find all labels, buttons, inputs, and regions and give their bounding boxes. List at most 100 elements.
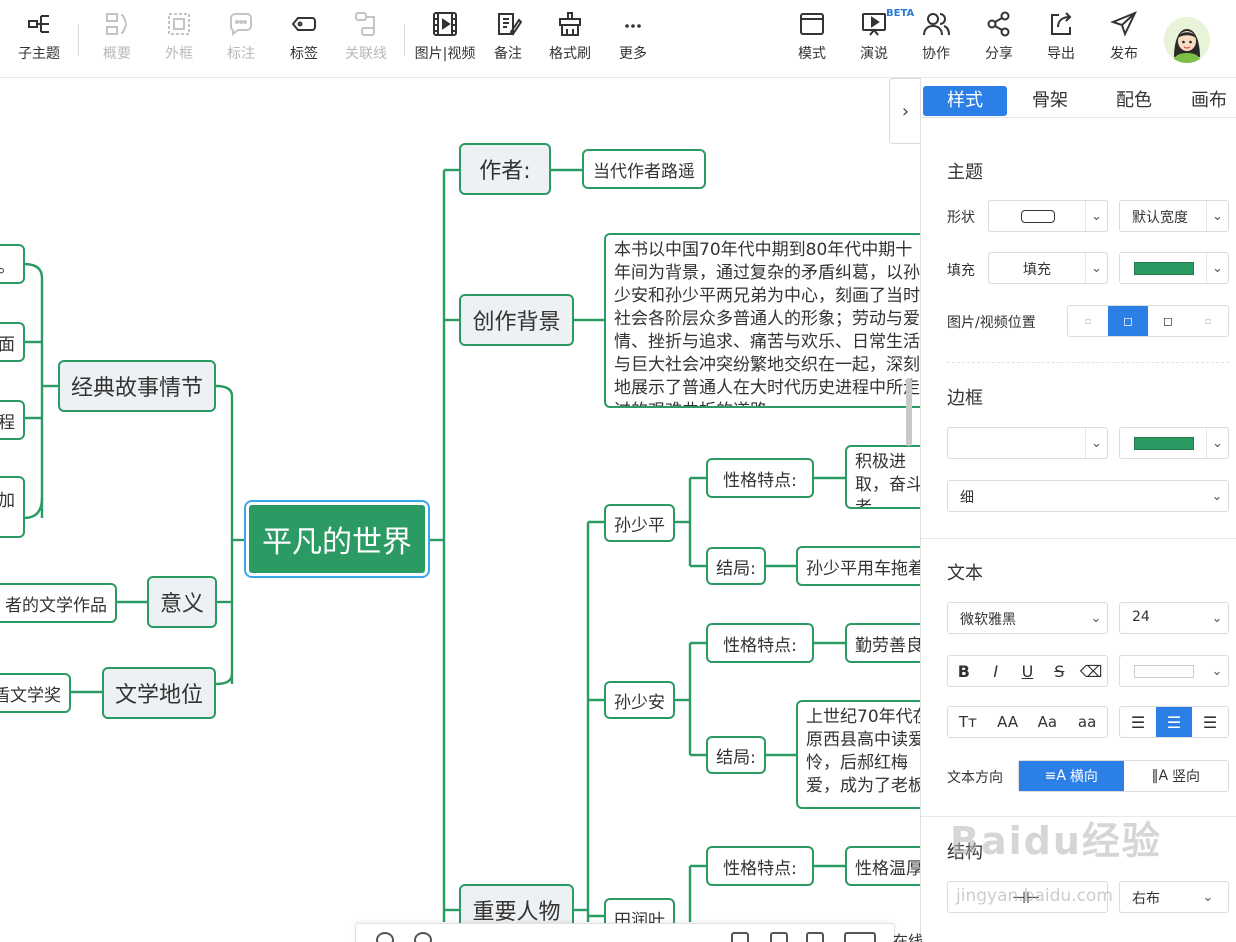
shaoping-trait-label: 性格特点:: [723, 470, 797, 491]
case-button-3[interactable]: Aa: [1028, 707, 1068, 737]
characters-node-label: 重要人物: [472, 900, 561, 925]
image-position-label: 图片/视频位置: [947, 315, 1036, 331]
fill-color-select[interactable]: ⌄: [1119, 252, 1229, 284]
tab-style[interactable]: 样式: [923, 86, 1007, 116]
plot-item-4[interactable]: 加: [0, 476, 25, 538]
summary-button[interactable]: 概要: [82, 10, 152, 70]
shaoan-trait-node[interactable]: 性格特点:: [706, 623, 814, 663]
italic-button[interactable]: I: [980, 656, 1012, 686]
status-node[interactable]: 文学地位: [102, 667, 216, 719]
theme-icon[interactable]: [376, 932, 394, 942]
relation-line-button[interactable]: 关联线: [331, 10, 401, 70]
image-position-right[interactable]: ▫: [1188, 306, 1228, 336]
plot-item-2[interactable]: 面: [0, 322, 25, 362]
top-toolbar: 子主题 概要 外框 标注 标签 关联线 图片|视频 备注 格式刷 更多 模式 演…: [0, 0, 1236, 78]
border-style-select[interactable]: ⌄: [947, 427, 1108, 459]
align-center-button[interactable]: ☰: [1156, 707, 1192, 737]
eraser-icon: ⌫: [1079, 661, 1103, 681]
background-node[interactable]: 创作背景: [459, 294, 574, 346]
publish-button[interactable]: 发布: [1089, 10, 1159, 70]
more-button[interactable]: 更多: [598, 10, 668, 70]
shaoan-trait-value-node[interactable]: 勤劳善良: [845, 623, 920, 663]
plot-item-3[interactable]: 程: [0, 400, 25, 440]
bold-button[interactable]: B: [948, 656, 980, 686]
border-weight-select[interactable]: 细 ⌄: [947, 480, 1229, 512]
position-left-icon: ▫: [1084, 315, 1092, 327]
chevron-down-icon: ⌄: [1211, 663, 1223, 679]
clock-icon[interactable]: [414, 932, 432, 942]
underline-button[interactable]: U: [1012, 656, 1044, 686]
boundary-icon: [168, 13, 190, 35]
shaoan-ending-node[interactable]: 结局:: [706, 736, 766, 774]
shaoan-node[interactable]: 孙少安: [604, 681, 675, 719]
image-position-left[interactable]: ▫: [1068, 306, 1108, 336]
shaoping-ending-node[interactable]: 结局:: [706, 547, 766, 585]
plot-item-1[interactable]: 。: [0, 244, 25, 284]
panel-collapse-button[interactable]: ›: [889, 78, 920, 144]
present-button[interactable]: 演说: [839, 10, 909, 70]
background-text: 本书以中国70年代中期到80年代中期十年间为背景，通过复杂的矛盾纠葛，以孙少安和…: [614, 240, 920, 406]
runye-trait-value-node[interactable]: 性格温厚: [845, 846, 920, 886]
plot-node[interactable]: 经典故事情节: [58, 360, 216, 412]
runye-trait-node[interactable]: 性格特点:: [706, 846, 814, 886]
shaoping-trait-node[interactable]: 性格特点:: [706, 458, 814, 498]
root-node[interactable]: 平凡的世界: [246, 502, 428, 576]
meaning-node[interactable]: 意义: [147, 576, 217, 628]
case-button-4[interactable]: aa: [1067, 707, 1107, 737]
keyboard-icon[interactable]: [844, 932, 876, 942]
fullscreen-icon[interactable]: [806, 932, 824, 942]
image-position-top[interactable]: ◻: [1108, 306, 1148, 336]
tab-canvas[interactable]: 画布: [1191, 86, 1236, 116]
tab-skeleton[interactable]: 骨架: [1017, 86, 1083, 116]
case-button-1[interactable]: Tт: [948, 707, 988, 737]
direction-horizontal-button[interactable]: ≡A 横向: [1019, 761, 1124, 791]
image-icon[interactable]: [731, 932, 749, 942]
font-family-select[interactable]: 微软雅黑 ⌄: [947, 602, 1108, 634]
position-top-icon: ◻: [1123, 314, 1133, 328]
subtopic-button[interactable]: 子主题: [4, 10, 74, 70]
tab-color-scheme[interactable]: 配色: [1101, 86, 1167, 116]
callout-button[interactable]: 标注: [206, 10, 276, 70]
boundary-button[interactable]: 外框: [144, 10, 214, 70]
text-color-select[interactable]: ⌄: [1119, 655, 1229, 687]
author-node[interactable]: 作者:: [459, 143, 551, 195]
share-button[interactable]: 分享: [964, 10, 1034, 70]
border-color-select[interactable]: ⌄: [1119, 427, 1229, 459]
author-value-node[interactable]: 当代作者路遥: [582, 149, 706, 189]
image-video-button[interactable]: 图片|视频: [410, 10, 480, 70]
export-button[interactable]: 导出: [1026, 10, 1096, 70]
shape-select[interactable]: ⌄: [988, 200, 1108, 232]
tag-button[interactable]: 标签: [269, 10, 339, 70]
meaning-node-label: 意义: [159, 592, 204, 617]
format-brush-button[interactable]: 格式刷: [535, 10, 605, 70]
shaoan-ending-value-node[interactable]: 上世纪70年代在原西县高中读爱怜，后郝红梅爱，成为了老板: [796, 700, 920, 809]
shaoping-node[interactable]: 孙少平: [604, 504, 675, 542]
align-right-button[interactable]: ☰: [1192, 707, 1228, 737]
image-position-bottom[interactable]: ◻: [1148, 306, 1188, 336]
strikethrough-button[interactable]: S: [1043, 656, 1075, 686]
collaborate-button[interactable]: 协作: [901, 10, 971, 70]
direction-vertical-button[interactable]: ‖A 竖向: [1124, 761, 1229, 791]
shaoping-trait-value-node[interactable]: 积极进取，奋斗者: [845, 445, 920, 509]
font-size-select[interactable]: 24 ⌄: [1119, 602, 1229, 634]
mode-button[interactable]: 模式: [777, 10, 847, 70]
fill-label: 填充: [947, 263, 975, 279]
vertical-scrollbar[interactable]: [906, 378, 912, 446]
width-select[interactable]: 默认宽度 ⌄: [1119, 200, 1229, 232]
structure-direction-select[interactable]: 右布 ⌄: [1119, 881, 1229, 913]
shape-label: 形状: [947, 210, 975, 226]
shaoping-ending-value-node[interactable]: 孙少平用车拖着: [796, 546, 920, 586]
align-left-button[interactable]: ☰: [1120, 707, 1156, 737]
bookmark-icon[interactable]: [770, 932, 788, 942]
rounded-rect-shape-icon: [1021, 210, 1055, 223]
background-text-node[interactable]: 本书以中国70年代中期到80年代中期十年间为背景，通过复杂的矛盾纠葛，以孙少安和…: [604, 233, 920, 408]
image-video-icon: [433, 12, 457, 36]
meaning-value-node[interactable]: 者的文学作品: [0, 583, 117, 623]
clear-format-button[interactable]: ⌫: [1075, 656, 1107, 686]
fill-type-select[interactable]: 填充 ⌄: [988, 252, 1108, 284]
status-value-node[interactable]: 盾文学奖: [0, 673, 71, 713]
mindmap-canvas[interactable]: 作者: 当代作者路遥 创作背景 本书以中国70年代中期到80年代中期十年间为背景…: [0, 78, 920, 942]
note-button[interactable]: 备注: [473, 10, 543, 70]
case-button-2[interactable]: AA: [988, 707, 1028, 737]
user-avatar[interactable]: [1164, 17, 1210, 63]
